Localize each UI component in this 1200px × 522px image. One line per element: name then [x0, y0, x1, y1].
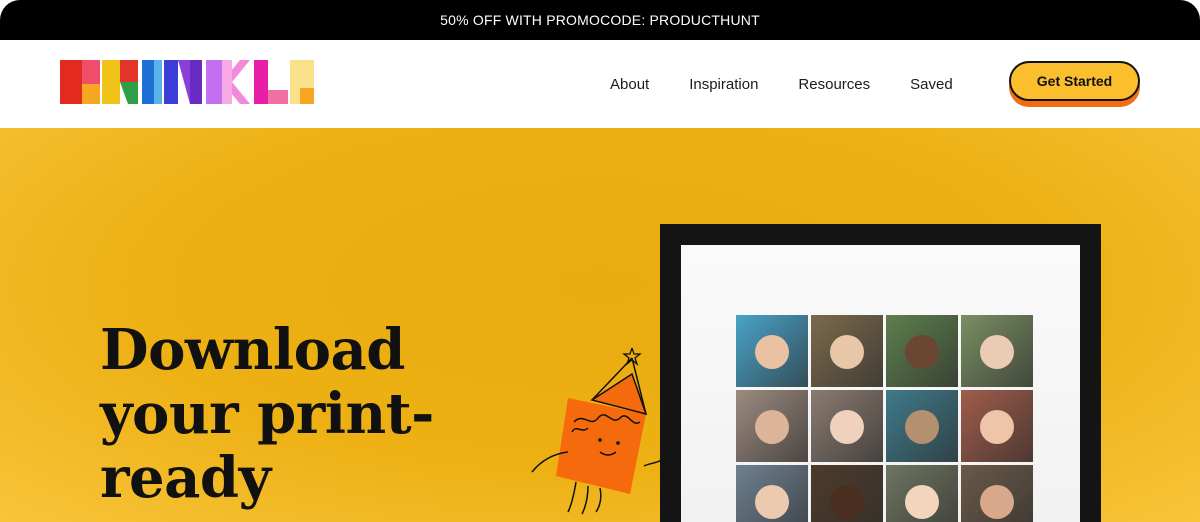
headline-line-1: Download	[100, 317, 405, 383]
photo-face	[830, 485, 864, 520]
nav-resources[interactable]: Resources	[798, 76, 870, 93]
collage-photo	[736, 465, 808, 522]
photo-collage-grid	[736, 315, 1033, 522]
collage-photo	[736, 315, 808, 387]
hero-headline: Download your print- ready	[100, 318, 520, 510]
headline-line-3: ready	[100, 445, 271, 511]
nav-inspiration[interactable]: Inspiration	[689, 76, 758, 93]
collage-photo	[961, 465, 1033, 522]
photo-face	[755, 485, 789, 520]
photo-face	[980, 485, 1014, 520]
hero-section: Download your print- ready	[0, 128, 1200, 522]
get-started-button[interactable]: Get Started	[1009, 61, 1140, 101]
headline-line-2: your print-	[100, 381, 434, 447]
photo-face	[755, 335, 789, 370]
collage-photo	[886, 315, 958, 387]
nav-about[interactable]: About	[610, 76, 649, 93]
promo-bar: 50% OFF WITH PROMOCODE: PRODUCTHUNT	[0, 0, 1200, 40]
collage-photo	[961, 315, 1033, 387]
collage-photo	[886, 390, 958, 462]
main-nav: About Inspiration Resources Saved	[610, 40, 953, 128]
collage-photo	[811, 390, 883, 462]
photo-face	[905, 335, 939, 370]
photo-face	[830, 335, 864, 370]
nav-saved[interactable]: Saved	[910, 76, 953, 93]
photo-face	[830, 410, 864, 445]
collage-photo	[811, 315, 883, 387]
collage-photo	[961, 390, 1033, 462]
photo-face	[755, 410, 789, 445]
photo-frame	[660, 224, 1101, 522]
photo-face	[980, 410, 1014, 445]
collage-photo	[736, 390, 808, 462]
collage-photo	[811, 465, 883, 522]
frame-mat	[681, 245, 1080, 522]
prinkl-logo[interactable]	[60, 60, 314, 104]
get-started-wrap: Get Started	[1009, 61, 1141, 107]
site-header: About Inspiration Resources Saved Get St…	[0, 40, 1200, 128]
photo-face	[980, 335, 1014, 370]
photo-face	[905, 485, 939, 520]
photo-face	[905, 410, 939, 445]
promo-text: 50% OFF WITH PROMOCODE: PRODUCTHUNT	[440, 12, 760, 28]
collage-photo	[886, 465, 958, 522]
